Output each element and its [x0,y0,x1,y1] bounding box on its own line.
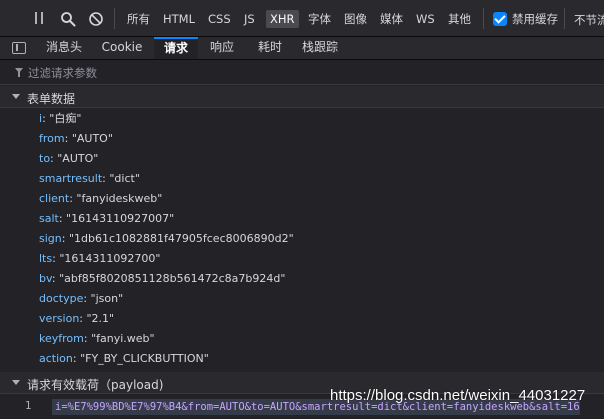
param-key: action [39,352,73,365]
form-param-row[interactable]: salt: "16143110927007" [39,210,174,228]
line-number: 1 [25,400,32,412]
param-key: sign [39,232,62,245]
disable-cache-toggle[interactable]: 禁用缓存 [493,11,558,27]
param-value: "AUTO" [71,132,113,145]
form-param-row[interactable]: keyfrom: "fanyi.web" [39,330,155,348]
watermark: https://blog.csdn.net/weixin_44031227 [330,387,586,404]
form-param-row[interactable]: version: "2.1" [39,310,114,328]
param-value: "AUTO" [57,152,99,165]
form-data-title: 表单数据 [27,92,76,106]
param-key: to [39,152,51,165]
param-value: "1db61c1082881f47905fcec8006890d2" [68,232,294,245]
param-separator: : [83,332,92,345]
param-key: client [39,192,70,205]
form-data-header[interactable]: 表单数据 [0,86,604,108]
disable-cache-label: 禁用缓存 [512,12,558,26]
chevron-down-icon [12,380,20,385]
toggle-sidebar-icon[interactable] [12,42,26,54]
param-value: "fanyi.web" [91,332,155,345]
form-param-row[interactable]: doctype: "json" [39,290,123,308]
param-separator: : [58,212,67,225]
form-param-row[interactable]: from: "AUTO" [39,130,113,148]
param-separator: : [72,352,81,365]
toolbar-divider [114,8,115,29]
param-key: version [39,312,80,325]
param-separator: : [83,292,91,305]
param-key: lts [39,252,53,265]
tab-headers[interactable]: 消息头 [36,37,92,59]
filter-type-css[interactable]: CSS [204,10,235,28]
params-filter-input[interactable] [28,64,588,81]
tab-stack-trace[interactable]: 栈跟踪 [294,37,346,59]
form-param-row[interactable]: to: "AUTO" [39,150,98,168]
filter-type-fonts[interactable]: 字体 [304,10,335,28]
form-param-row[interactable]: smartresult: "dict" [39,170,140,188]
toolbar-divider [483,8,484,29]
param-value: "1614311092700" [59,252,161,265]
tab-cookies[interactable]: Cookie [94,37,150,59]
form-param-row[interactable]: sign: "1db61c1082881f47905fcec8006890d2" [39,230,294,248]
form-param-row[interactable]: bv: "abf85f8020851128b561472c8a7b924d" [39,270,285,288]
filter-type-media[interactable]: 媒体 [376,10,407,28]
tab-request[interactable]: 请求 [154,37,198,59]
param-value: "2.1" [86,312,115,325]
param-value: "FY_BY_CLICKBUTTION" [80,352,209,365]
toolbar-divider [564,8,565,29]
chevron-down-icon [12,94,20,99]
filter-type-images[interactable]: 图像 [340,10,371,28]
filter-type-ws[interactable]: WS [412,10,439,28]
pause-icon[interactable] [34,12,44,24]
tab-response[interactable]: 响应 [200,37,244,59]
param-key: doctype [39,292,84,305]
param-key: bv [39,272,52,285]
param-value: "dict" [109,172,140,185]
tab-timings[interactable]: 耗时 [248,37,292,59]
param-value: "16143110927007" [66,212,175,225]
filter-type-html[interactable]: HTML [159,10,199,28]
search-icon[interactable] [60,11,76,27]
param-key: from [39,132,65,145]
form-param-row[interactable]: action: "FY_BY_CLICKBUTTION" [39,350,209,368]
form-param-row[interactable]: i: "白痴" [39,110,81,128]
form-param-row[interactable]: lts: "1614311092700" [39,250,160,268]
param-value: "fanyideskweb" [76,192,163,205]
param-value: "白痴" [49,112,82,125]
param-separator: : [64,132,72,145]
block-icon[interactable] [88,11,104,27]
param-value: "abf85f8020851128b561472c8a7b924d" [59,272,286,285]
filter-type-all[interactable]: 所有 [123,10,154,28]
payload-title: 请求有效载荷（payload) [27,378,164,392]
param-value: "json" [90,292,124,305]
param-key: keyfrom [39,332,84,345]
filter-type-other[interactable]: 其他 [444,10,475,28]
param-separator: : [61,232,69,245]
disable-cache-checkbox[interactable] [493,12,507,26]
params-filter-bar [0,60,604,85]
param-key: salt [39,212,59,225]
filter-type-xhr[interactable]: XHR [266,10,299,28]
throttle-select[interactable]: 不节流 [574,12,604,28]
request-detail-tabs: 消息头 Cookie 请求 响应 耗时 栈跟踪 [0,37,604,60]
form-param-row[interactable]: client: "fanyideskweb" [39,190,162,208]
param-separator: : [51,272,60,285]
filter-type-js[interactable]: JS [240,10,259,28]
filter-icon [15,68,23,77]
param-separator: : [79,312,87,325]
network-toolbar: 所有 HTML CSS JS XHR 字体 图像 媒体 WS 其他 禁用缓存 不… [0,0,604,37]
param-key: smartresult [39,172,103,185]
